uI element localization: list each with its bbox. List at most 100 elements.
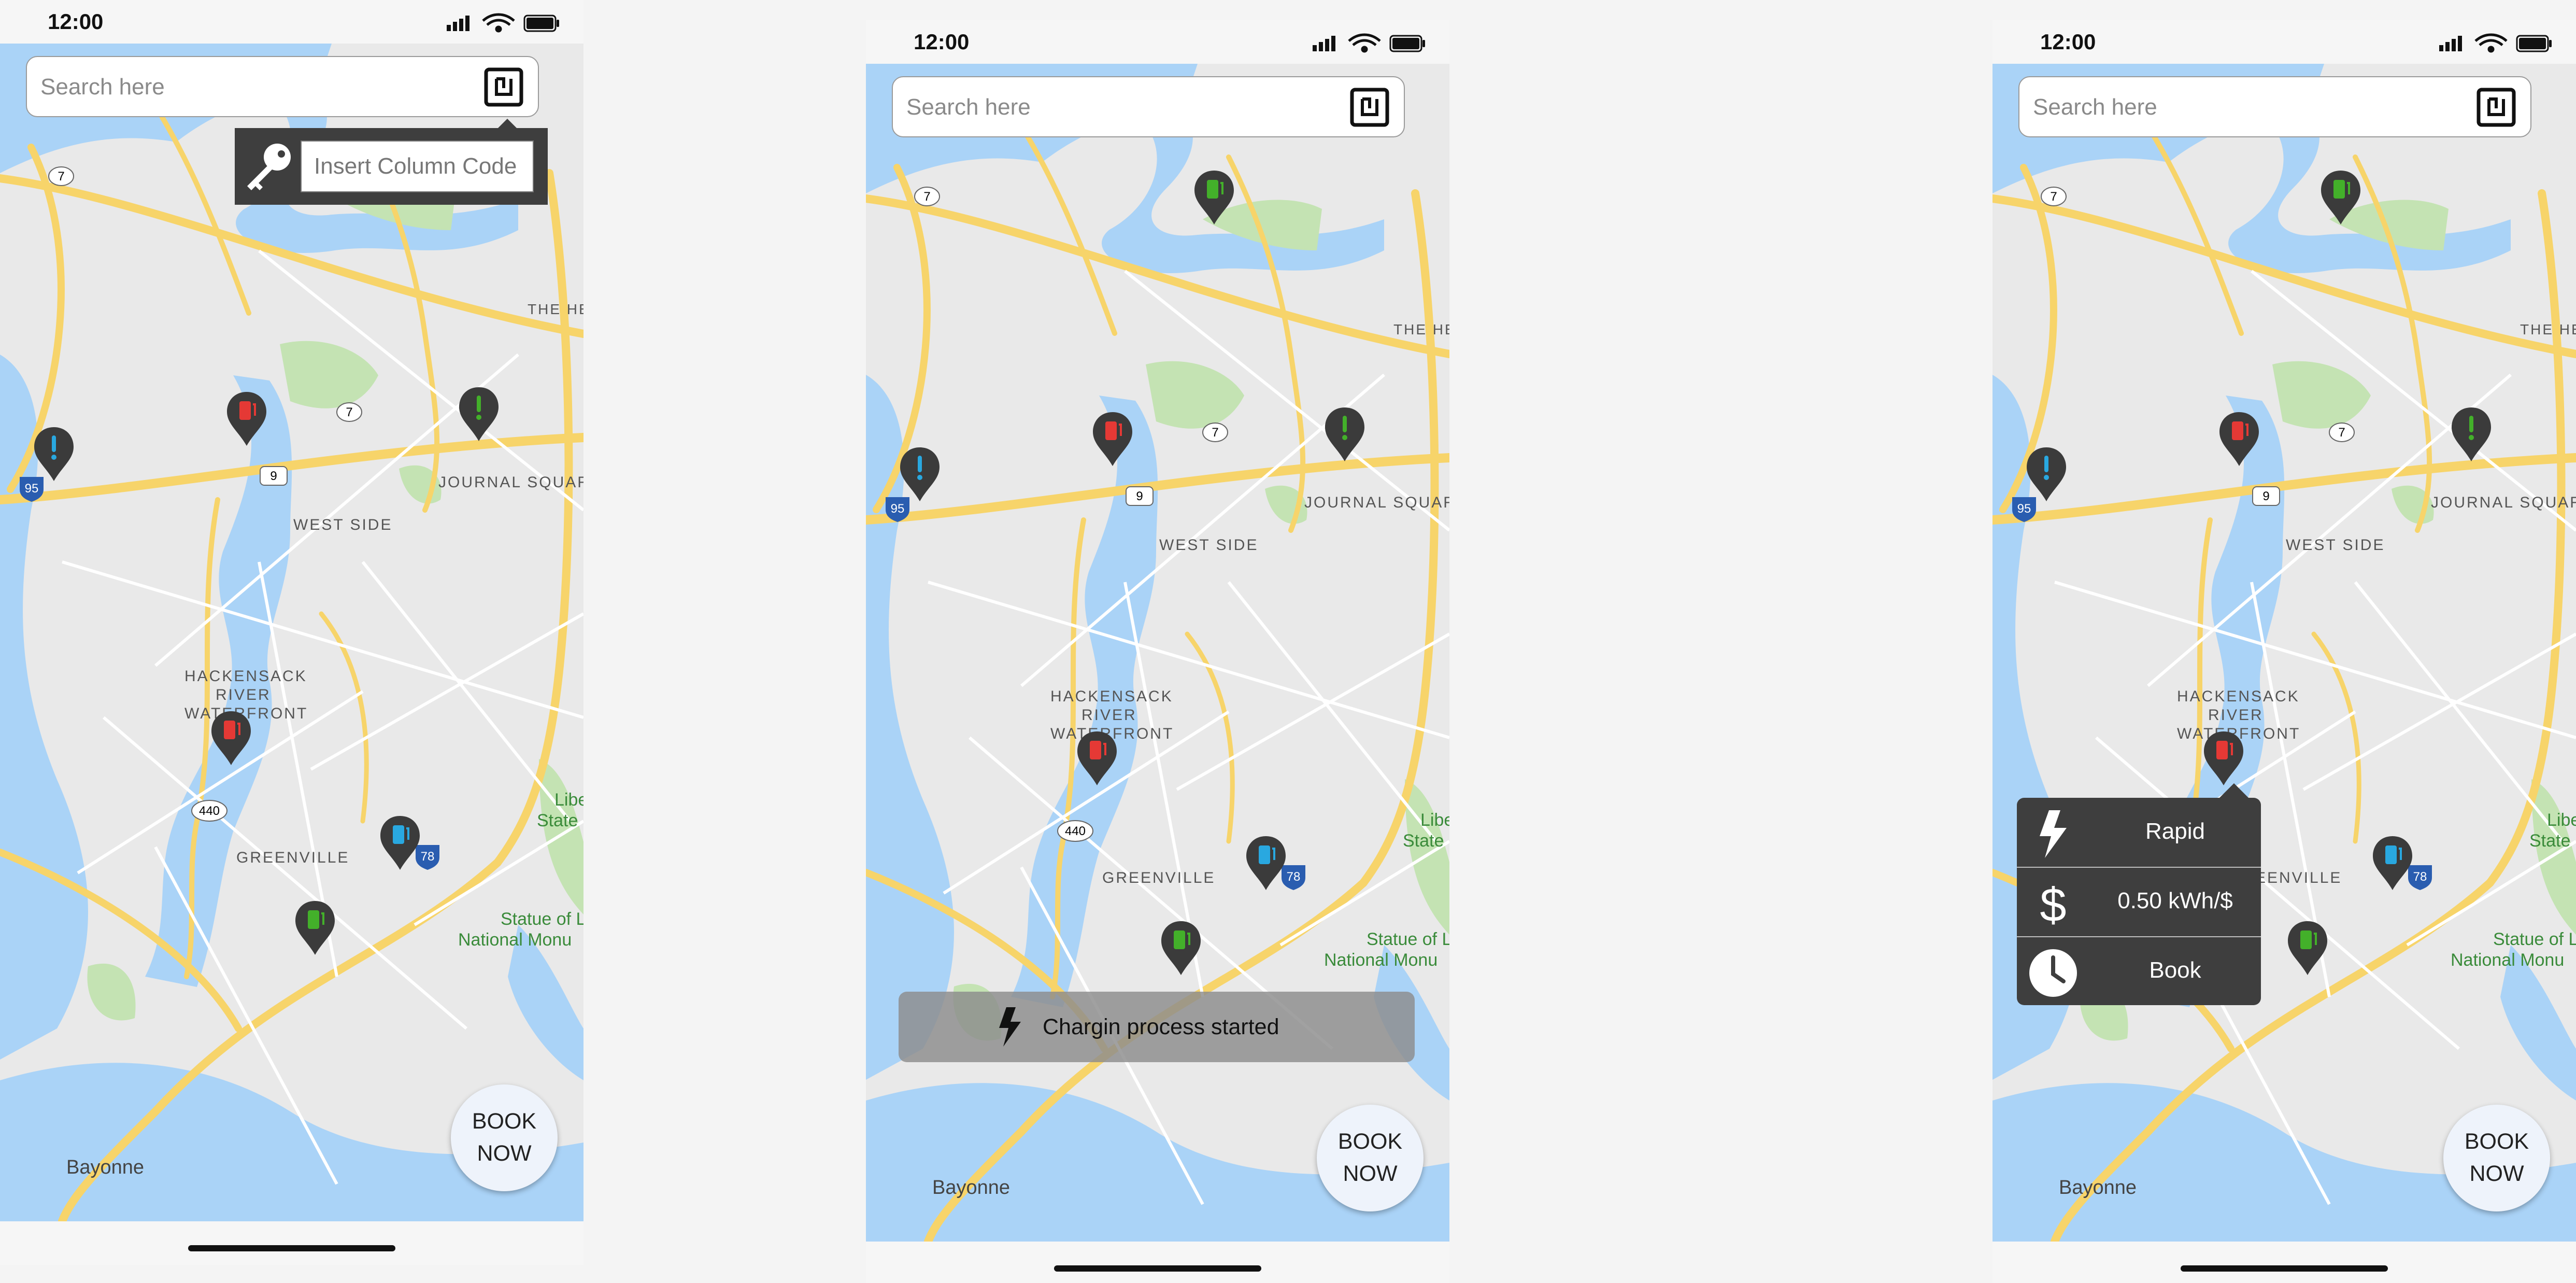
nfc-icon[interactable]	[2477, 88, 2516, 127]
home-indicator[interactable]	[1054, 1265, 1261, 1272]
map-canvas[interactable]: THE HE JOURNAL SQUARE WEST SIDE HACKENSA…	[1993, 64, 2576, 1242]
route-9: 9	[1136, 489, 1143, 503]
price-per-kwh: 0.50 kWh/$	[2117, 888, 2233, 913]
status-bar: 12:00	[0, 0, 583, 44]
label-the-heights: THE HE	[2520, 321, 2576, 337]
map-canvas[interactable]: THE HE JOURNAL SQUARE WEST SIDE HACKENSA…	[0, 44, 583, 1221]
clock-icon	[2029, 949, 2077, 997]
route-9: 9	[2262, 489, 2269, 503]
label-statue-1: Statue of L	[501, 909, 583, 929]
bolt-icon	[999, 1007, 1021, 1047]
alert-pin-blue[interactable]	[2025, 445, 2068, 503]
alert-pin-green[interactable]	[457, 385, 501, 443]
svg-text:$: $	[2040, 879, 2066, 929]
column-code-input[interactable]	[301, 140, 534, 192]
route-440: 440	[199, 804, 220, 818]
info-row-price: $ 0.50 kWh/$	[2017, 867, 2261, 937]
book-now-line-1: BOOK	[472, 1109, 537, 1134]
label-hackensack-1: HACKENSACK	[2177, 688, 2300, 705]
home-bar	[0, 1221, 583, 1265]
charging-station-pin-red[interactable]	[225, 390, 268, 448]
popover-arrow	[497, 119, 518, 129]
column-code-popover	[235, 119, 548, 205]
book-now-line-2: NOW	[477, 1141, 532, 1166]
book-action[interactable]: Book	[2089, 957, 2261, 983]
label-hackensack-1: HACKENSACK	[184, 668, 307, 685]
charging-station-pin-green[interactable]	[2319, 168, 2362, 227]
charging-station-pin-red[interactable]	[1091, 410, 1134, 468]
charging-speed: Rapid	[2145, 819, 2205, 844]
charging-station-pin-blue[interactable]	[2371, 834, 2414, 892]
label-journal-square: JOURNAL SQUARE	[438, 474, 583, 491]
label-journal-square: JOURNAL SQUARE	[1304, 494, 1449, 511]
dollar-icon: $	[2040, 879, 2066, 929]
info-row-book[interactable]: Book	[2017, 937, 2261, 1006]
route-7-a: 7	[2050, 190, 2057, 204]
home-indicator[interactable]	[2181, 1265, 2388, 1272]
charging-station-pin-red[interactable]	[209, 709, 253, 767]
signal-icon	[447, 16, 469, 31]
screen-charging-started: 12:00 THE HE JOURNAL SQUARE WEST SIDE HA…	[866, 20, 1449, 1283]
route-9: 9	[270, 469, 277, 483]
charging-station-pin-green[interactable]	[1159, 919, 1203, 977]
home-bar	[866, 1242, 1449, 1283]
charging-station-pin-red-selected[interactable]	[2202, 729, 2245, 787]
route-7-b: 7	[346, 405, 352, 419]
book-now-line-1: BOOK	[1337, 1129, 1403, 1154]
label-liberty-2: State	[537, 811, 578, 830]
wifi-icon	[1348, 33, 1381, 53]
charging-station-pin-blue[interactable]	[378, 814, 422, 872]
screen-station-info: 12:00 THE HE JOURNAL SQUARE WEST SIDE HA…	[1993, 20, 2576, 1283]
alert-pin-green[interactable]	[2450, 405, 2493, 463]
label-journal-square: JOURNAL SQUARE	[2431, 494, 2576, 511]
map[interactable]: THE HE JOURNAL SQUARE WEST SIDE HACKENSA…	[866, 64, 1449, 1242]
label-bayonne: Bayonne	[66, 1157, 144, 1178]
book-now-button[interactable]: BOOK NOW	[451, 1084, 558, 1191]
search-input[interactable]	[905, 91, 1337, 124]
map-canvas[interactable]: THE HE JOURNAL SQUARE WEST SIDE HACKENSA…	[866, 64, 1449, 1242]
route-95: 95	[891, 502, 905, 516]
charging-station-pin-red[interactable]	[1075, 729, 1119, 787]
status-icons	[1313, 33, 1425, 53]
key-icon	[247, 144, 291, 190]
book-now-button[interactable]: BOOK NOW	[2443, 1105, 2550, 1211]
charging-toast: Chargin process started	[899, 992, 1415, 1062]
alert-pin-blue[interactable]	[32, 425, 76, 483]
alert-pin-green[interactable]	[1323, 405, 1367, 463]
label-greenville: GREENVILLE	[1102, 869, 1215, 886]
charging-station-pin-green[interactable]	[1192, 168, 1236, 227]
status-time: 12:00	[48, 9, 104, 34]
label-hackensack-2: RIVER	[2208, 707, 2264, 724]
label-statue-2: National Monu	[1324, 950, 1438, 970]
alert-pin-blue[interactable]	[898, 445, 942, 503]
search-bar	[2018, 76, 2531, 137]
charging-station-pin-blue[interactable]	[1244, 834, 1288, 892]
label-liberty-1: Libe	[1420, 810, 1449, 830]
route-95: 95	[25, 482, 39, 496]
label-west-side: WEST SIDE	[2286, 537, 2385, 554]
status-icons	[2439, 33, 2552, 53]
search-input[interactable]	[39, 71, 472, 104]
search-input[interactable]	[2032, 91, 2464, 124]
home-indicator[interactable]	[188, 1245, 395, 1251]
charging-station-pin-green[interactable]	[2286, 919, 2329, 977]
label-liberty-2: State	[1403, 831, 1444, 851]
map[interactable]: THE HE JOURNAL SQUARE WEST SIDE HACKENSA…	[0, 44, 583, 1221]
nfc-icon[interactable]	[484, 67, 523, 107]
battery-icon	[523, 15, 559, 32]
label-hackensack-2: RIVER	[1081, 707, 1137, 724]
toast-message: Chargin process started	[1043, 1014, 1279, 1039]
map[interactable]: THE HE JOURNAL SQUARE WEST SIDE HACKENSA…	[1993, 64, 2576, 1242]
label-statue-2: National Monu	[458, 930, 572, 950]
charging-station-pin-green[interactable]	[293, 899, 337, 957]
station-info-popup: Rapid $ 0.50 kWh/$ Book	[2017, 783, 2261, 1006]
nfc-icon[interactable]	[1350, 88, 1389, 127]
book-now-button[interactable]: BOOK NOW	[1317, 1105, 1424, 1211]
battery-icon	[1389, 35, 1425, 52]
charging-station-pin-red[interactable]	[2217, 410, 2261, 468]
label-the-heights: THE HE	[1393, 321, 1449, 337]
route-78: 78	[421, 850, 435, 864]
search-bar	[26, 56, 539, 117]
status-bar: 12:00	[1993, 20, 2576, 64]
signal-icon	[1313, 36, 1335, 51]
